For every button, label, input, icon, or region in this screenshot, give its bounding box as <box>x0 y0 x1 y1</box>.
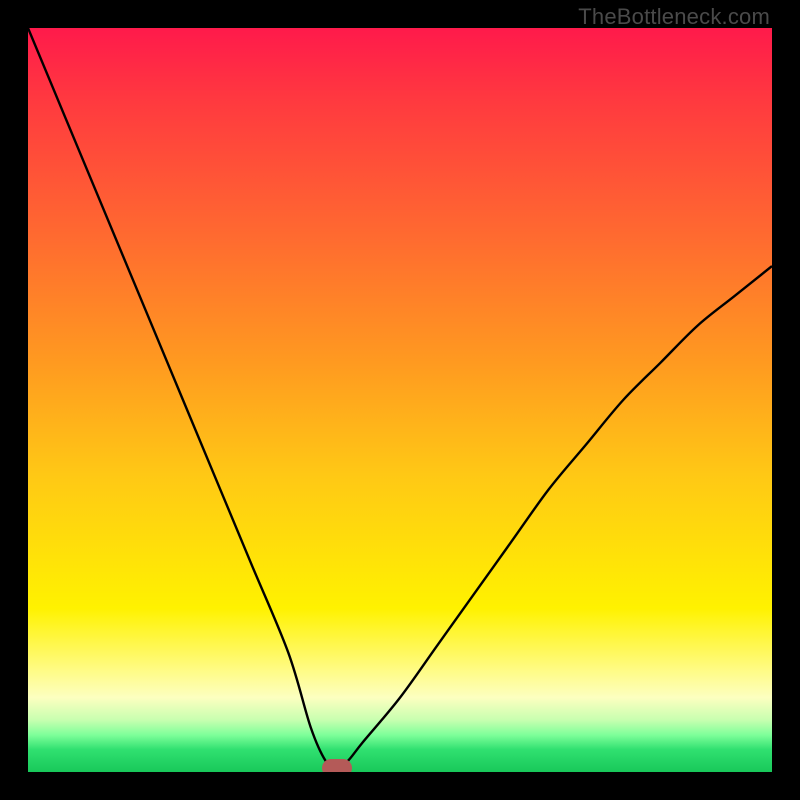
chart-frame: TheBottleneck.com <box>0 0 800 800</box>
plot-area <box>28 28 772 772</box>
curve-layer <box>28 28 772 772</box>
watermark-text: TheBottleneck.com <box>578 4 770 30</box>
optimal-marker <box>322 759 352 772</box>
bottleneck-curve <box>28 28 772 768</box>
